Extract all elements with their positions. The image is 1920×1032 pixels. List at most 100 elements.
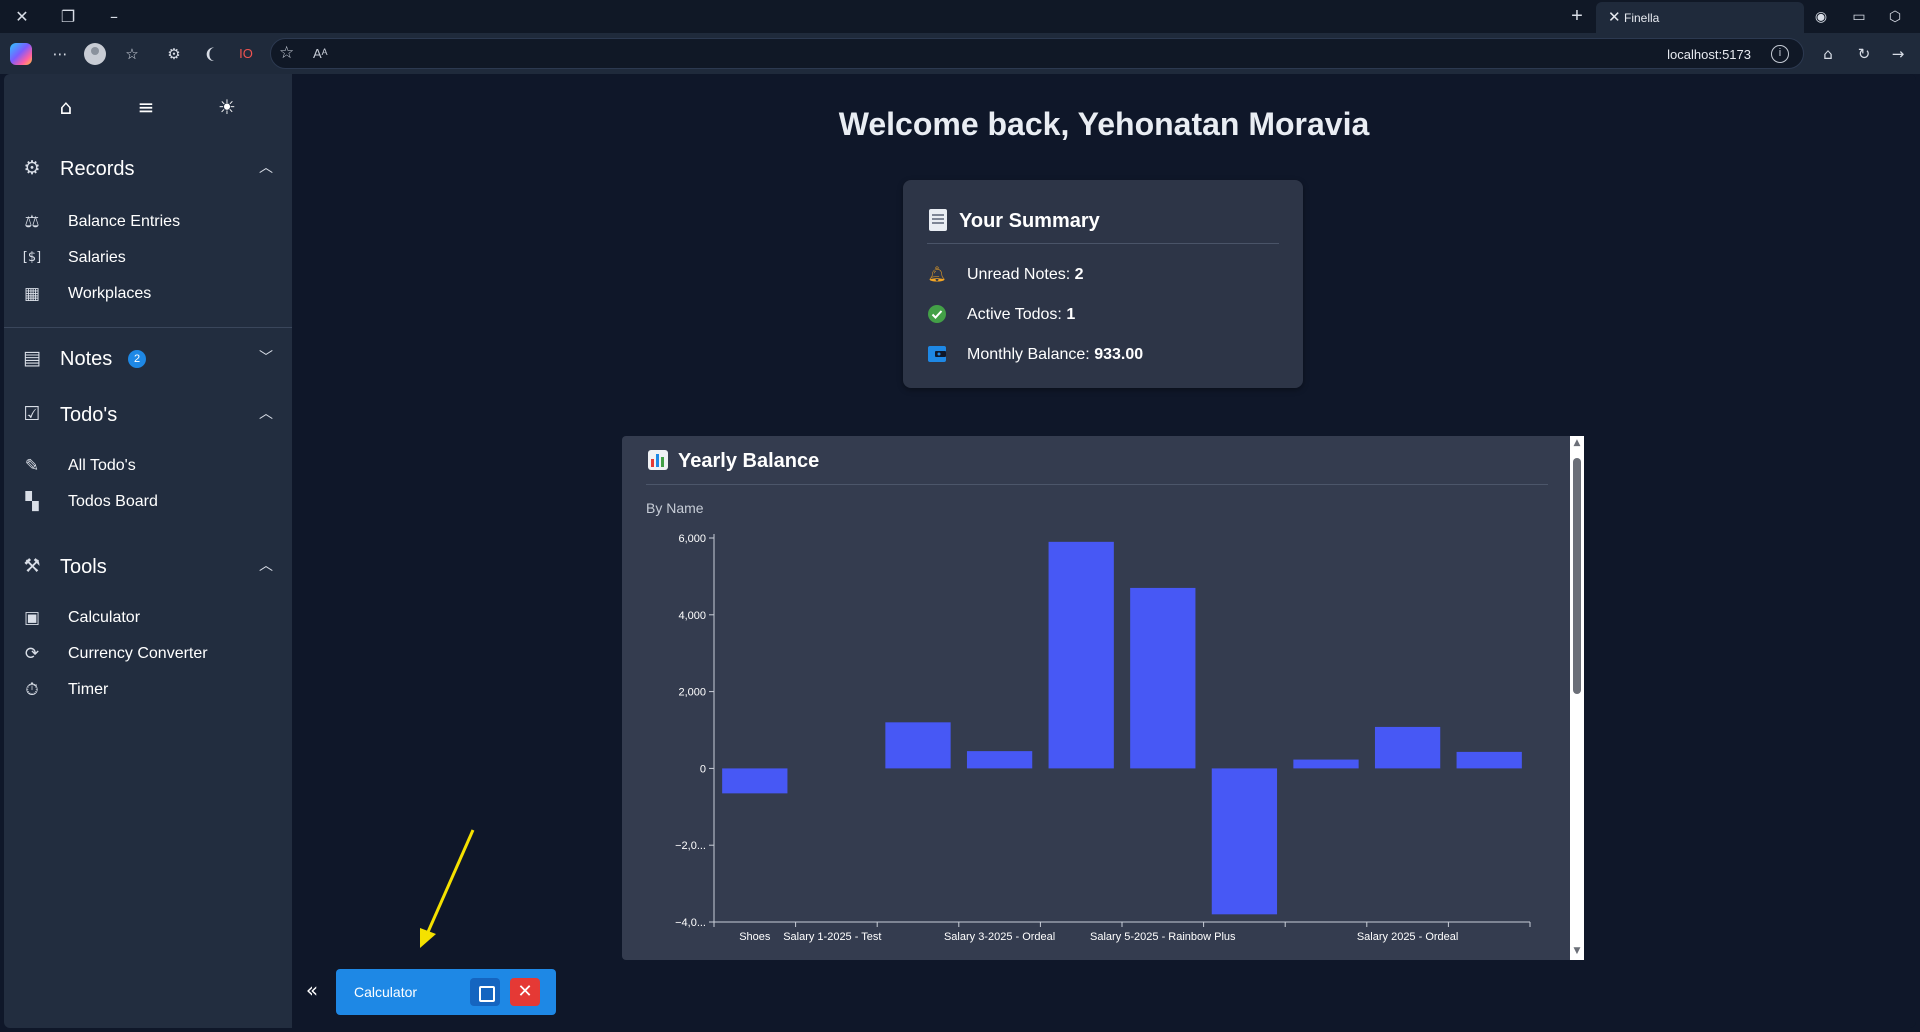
scroll-down-icon[interactable]: ▼ (1572, 946, 1582, 956)
chart-bar (885, 722, 951, 769)
browser-toolbar: ⋯ ☆ ⚙ ❨ IO ☆ Aᴬ localhost:5173 i ⌂ ↻ → (0, 33, 1920, 74)
summary-divider (927, 243, 1279, 244)
favorites-icon[interactable]: ☆ (120, 42, 144, 66)
read-aloud-icon[interactable]: Aᴬ (313, 46, 328, 61)
chart-bar (1293, 759, 1359, 769)
section-label: Notes (60, 348, 113, 370)
summary-card: Your Summary 🔔︎ Unread Notes: 2 Active T… (903, 180, 1303, 388)
summary-row-active-todos: Active Todos: 1 (927, 302, 1279, 326)
yearly-balance-chart: 6,000 4,000 2,000 0 −2,0... −4,0... Shoes Salar… (675, 533, 1531, 943)
building-icon: ▦ (23, 284, 41, 304)
section-label: Todo's (60, 404, 118, 426)
dev-extension-icon[interactable]: ❨ (198, 42, 222, 66)
section-notes[interactable]: ▤ Notes 2 ﹀ (4, 336, 292, 380)
y-tick-label: 0 (700, 763, 706, 775)
close-window-icon[interactable]: ✕ (10, 5, 34, 29)
sidebar-item-label: Salaries (68, 249, 126, 266)
extensions-icon[interactable]: ⬡ (1884, 6, 1906, 28)
add-favorite-icon[interactable]: ☆ (279, 43, 294, 63)
sidebar-item-label: Workplaces (68, 285, 152, 302)
receipt-icon (929, 209, 947, 231)
wallet-icon (927, 344, 947, 364)
browser-essentials-icon[interactable]: ◉ (1810, 6, 1832, 28)
copilot-icon[interactable] (10, 43, 32, 65)
summary-value: 1 (1066, 306, 1076, 323)
new-tab-button[interactable]: + (1566, 5, 1588, 27)
y-tick-label: −4,0... (675, 917, 706, 929)
notes-count-badge: 2 (128, 350, 146, 368)
calculator-minimized-window[interactable]: Calculator ✕ (336, 969, 556, 1015)
notes-icon: ▤ (23, 347, 41, 369)
y-tick-label: −2,0... (675, 840, 706, 852)
scale-icon: ⚖ (24, 212, 40, 232)
split-screen-icon[interactable]: ▭ (1848, 6, 1870, 28)
chevron-up-icon[interactable]: ︿ (256, 158, 276, 178)
section-todos[interactable]: ☑ Todo's ︿ (4, 392, 292, 436)
section-tools[interactable]: ⚒ Tools ︿ (4, 544, 292, 588)
calculator-icon: ▣ (23, 608, 41, 628)
forward-icon[interactable]: → (1886, 42, 1910, 66)
chevron-up-icon[interactable]: ︿ (256, 404, 276, 424)
home-icon[interactable]: ⌂ (1816, 42, 1840, 66)
section-records[interactable]: ⚙ Records ︿ (4, 146, 292, 190)
summary-label: Unread Notes: (967, 266, 1075, 283)
collapse-sidebar-icon[interactable]: « (300, 978, 324, 1002)
maximize-calculator-button[interactable] (470, 978, 500, 1006)
url-text: localhost:5173 (1667, 47, 1751, 62)
y-tick-label: 6,000 (678, 533, 706, 545)
sidebar-item-all-todos[interactable]: ✎ All Todo's (4, 448, 292, 484)
site-info-icon[interactable]: i (1771, 45, 1789, 63)
sidebar-item-salaries[interactable]: [$] Salaries (4, 240, 292, 276)
edit-list-icon: ✎ (24, 456, 40, 476)
chevron-down-icon[interactable]: ﹀ (256, 348, 276, 368)
chevron-up-icon[interactable]: ︿ (256, 556, 276, 576)
extension-icon[interactable]: ⚙ (162, 42, 186, 66)
x-tick-label: Salary 3-2025 - Ordeal (944, 931, 1055, 943)
sidebar-item-label: Currency Converter (68, 645, 208, 662)
close-calculator-button[interactable]: ✕ (510, 978, 540, 1006)
address-bar[interactable]: ☆ Aᴬ localhost:5173 i (270, 38, 1804, 69)
chart-scrollbar[interactable]: ▲ ▼ (1570, 436, 1584, 960)
more-menu-icon[interactable]: ⋯ (48, 42, 72, 66)
sidebar-item-label: Todos Board (68, 493, 158, 510)
minimize-window-icon[interactable]: – (102, 5, 126, 29)
checklist-icon: ☑ (23, 403, 41, 425)
theme-toggle-sun-icon[interactable]: ☀ (214, 94, 240, 120)
sidebar-item-currency-converter[interactable]: ⟳ Currency Converter (4, 636, 292, 672)
sidebar-item-timer[interactable]: ⏱ Timer (4, 672, 292, 708)
x-tick-label: Salary 5-2025 - Rainbow Plus (1090, 931, 1236, 943)
summary-row-text: Unread Notes: 2 (967, 266, 1084, 284)
grid-add-icon: ▚ (25, 492, 39, 512)
check-circle-icon (927, 304, 947, 324)
bell-icon: 🔔︎ (927, 265, 947, 283)
sidebar-item-balance-entries[interactable]: ⚖ Balance Entries (4, 204, 292, 240)
restore-window-icon[interactable]: ❐ (56, 5, 80, 29)
tab-title: Finella (1624, 11, 1660, 25)
scrollbar-thumb[interactable] (1573, 458, 1581, 694)
refresh-icon[interactable]: ↻ (1852, 42, 1876, 66)
sidebar-top-actions: ⌂ ≡ ☀ (4, 74, 292, 136)
section-label: Tools (60, 556, 107, 578)
chart-bar (1211, 768, 1278, 915)
io-extension-icon[interactable]: IO (234, 42, 258, 66)
menu-icon[interactable]: ≡ (133, 94, 159, 120)
profile-avatar-icon[interactable] (84, 43, 106, 65)
sidebar-item-todos-board[interactable]: ▚ Todos Board (4, 484, 292, 520)
chart-bar (1374, 726, 1441, 769)
chart-bar (966, 751, 1033, 769)
sidebar-item-workplaces[interactable]: ▦ Workplaces (4, 276, 292, 312)
sidebar-item-label: All Todo's (68, 457, 136, 474)
welcome-heading: Welcome back, Yehonatan Moravia (838, 106, 1370, 142)
app-viewport: ⌂ ≡ ☀ ⚙ Records ︿ ⚖ Balance Entries [$] … (4, 74, 1916, 1028)
sidebar-divider (4, 327, 292, 328)
summary-label: Active Todos: (967, 306, 1067, 323)
x-tick-label: Shoes (739, 931, 771, 943)
scroll-up-icon[interactable]: ▲ (1572, 438, 1582, 448)
summary-label: Monthly Balance: (967, 346, 1095, 363)
home-icon[interactable]: ⌂ (53, 94, 79, 120)
browser-tab[interactable]: ✕ Finella (1596, 2, 1804, 33)
chart-bar (1456, 751, 1522, 769)
sidebar-item-calculator[interactable]: ▣ Calculator (4, 600, 292, 636)
x-tick-label: Salary 2025 - Ordeal (1357, 931, 1459, 943)
summary-value: 2 (1074, 266, 1084, 283)
